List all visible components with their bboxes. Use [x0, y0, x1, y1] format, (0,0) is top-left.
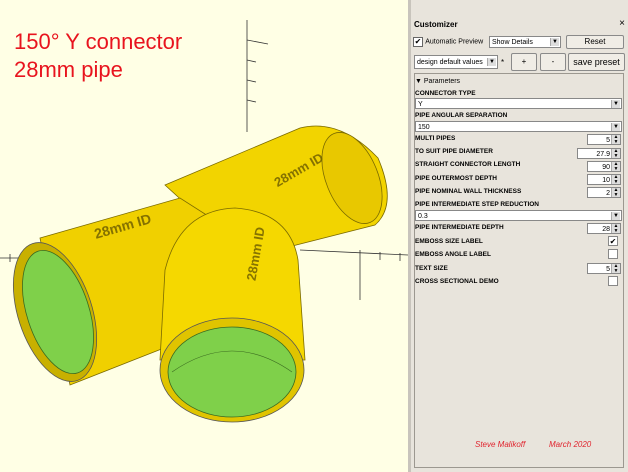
chevron-down-icon: ▼ [611, 212, 620, 220]
param-checkbox-emboss-angle[interactable] [608, 249, 618, 259]
param-label-emboss-angle: EMBOSS ANGLE LABEL [415, 251, 491, 258]
param-select-connector-type[interactable]: Y ▼ [415, 98, 622, 109]
param-spin-outermost-depth[interactable]: 10 ▲ ▼ [587, 174, 621, 185]
param-spin-pipe-diameter[interactable]: 27.9 ▲ ▼ [577, 148, 621, 159]
chevron-down-icon: ▼ [550, 38, 559, 46]
param-label-emboss-size: EMBOSS SIZE LABEL [415, 238, 483, 245]
spin-arrows-icon[interactable]: ▲ ▼ [611, 264, 620, 273]
spin-arrows-icon[interactable]: ▲ ▼ [611, 149, 620, 158]
details-select-value: Show Details [492, 39, 533, 46]
chevron-down-icon: ▼ [611, 123, 620, 131]
param-label-text-size: TEXT SIZE [415, 265, 448, 272]
credit-author: Steve Malikoff [475, 440, 526, 449]
pipe-front [159, 207, 306, 423]
param-value-angular-separation: 150 [418, 124, 430, 131]
customizer-title: Customizer [414, 20, 458, 29]
spin-arrows-icon[interactable]: ▲ ▼ [611, 188, 620, 197]
param-checkbox-emboss-size[interactable]: ✔ [608, 236, 618, 246]
param-value-outermost-depth: 10 [602, 177, 610, 184]
param-spin-multi-pipes[interactable]: 5 ▲ ▼ [587, 134, 621, 145]
param-label-outermost-depth: PIPE OUTERMOST DEPTH [415, 175, 497, 182]
param-select-angular-separation[interactable]: 150 ▼ [415, 121, 622, 132]
param-label-connector-type: CONNECTOR TYPE [415, 90, 476, 97]
credit-date: March 2020 [549, 440, 592, 449]
param-spin-text-size[interactable]: 5 ▲ ▼ [587, 263, 621, 274]
viewport-title: 150° Y connector 28mm pipe [14, 28, 182, 84]
param-label-intermediate-depth: PIPE INTERMEDIATE DEPTH [415, 224, 504, 231]
3d-viewport[interactable]: 28mm ID 28mm ID 28mm ID 150° Y connector… [0, 0, 408, 472]
remove-preset-button[interactable]: - [540, 53, 566, 71]
param-value-intermediate-depth: 28 [602, 226, 610, 233]
automatic-preview-label: Automatic Preview [425, 38, 484, 46]
reset-button[interactable]: Reset [566, 35, 624, 49]
title-line-2: 28mm pipe [14, 57, 123, 82]
preset-select-value: design default values [417, 59, 483, 66]
spin-arrows-icon[interactable]: ▲ ▼ [611, 135, 620, 144]
triangle-down-icon: ▼ [415, 78, 424, 85]
param-spin-wall-thickness[interactable]: 2 ▲ ▼ [587, 187, 621, 198]
param-value-pipe-diameter: 27.9 [596, 151, 610, 158]
spin-arrows-icon[interactable]: ▲ ▼ [611, 224, 620, 233]
param-label-angular-separation: PIPE ANGULAR SEPARATION [415, 112, 508, 119]
customizer-panel: Customizer × ✔ Automatic Preview Show De… [411, 0, 628, 472]
spin-arrows-icon[interactable]: ▲ ▼ [611, 162, 620, 171]
chevron-down-icon: ▼ [611, 100, 620, 108]
close-icon[interactable]: × [619, 18, 625, 29]
param-label-wall-thickness: PIPE NOMINAL WALL THICKNESS [415, 188, 522, 195]
auto-preview-row: ✔ Automatic Preview [413, 37, 483, 47]
param-select-step-reduction[interactable]: 0.3 ▼ [415, 210, 622, 221]
param-value-text-size: 5 [606, 266, 610, 273]
param-spin-intermediate-depth[interactable]: 28 ▲ ▼ [587, 223, 621, 234]
parameters-group-label: Parameters [423, 78, 461, 85]
param-value-straight-length: 90 [602, 164, 610, 171]
preset-modified-marker: * [501, 58, 505, 67]
parameters-group-header[interactable]: ▼ Parameters [415, 78, 460, 85]
add-preset-button[interactable]: + [511, 53, 537, 71]
param-value-step-reduction: 0.3 [418, 213, 428, 220]
preset-select[interactable]: design default values ▼ [414, 55, 498, 69]
param-value-multi-pipes: 5 [606, 137, 610, 144]
param-spin-straight-length[interactable]: 90 ▲ ▼ [587, 161, 621, 172]
chevron-down-icon: ▼ [487, 58, 496, 66]
param-label-multi-pipes: MULTI PIPES [415, 135, 456, 142]
title-line-1: 150° Y connector [14, 29, 183, 54]
details-select[interactable]: Show Details ▼ [489, 36, 561, 48]
param-label-step-reduction: PIPE INTERMEDIATE STEP REDUCTION [415, 201, 539, 208]
param-checkbox-cross-section[interactable] [608, 276, 618, 286]
param-label-cross-section: CROSS SECTIONAL DEMO [415, 278, 499, 285]
param-value-connector-type: Y [418, 101, 423, 108]
save-preset-button[interactable]: save preset [568, 53, 625, 71]
param-value-wall-thickness: 2 [606, 190, 610, 197]
spin-arrows-icon[interactable]: ▲ ▼ [611, 175, 620, 184]
param-label-straight-length: STRAIGHT CONNECTOR LENGTH [415, 161, 521, 168]
automatic-preview-checkbox[interactable]: ✔ [413, 37, 423, 47]
param-label-pipe-diameter: TO SUIT PIPE DIAMETER [415, 148, 493, 155]
